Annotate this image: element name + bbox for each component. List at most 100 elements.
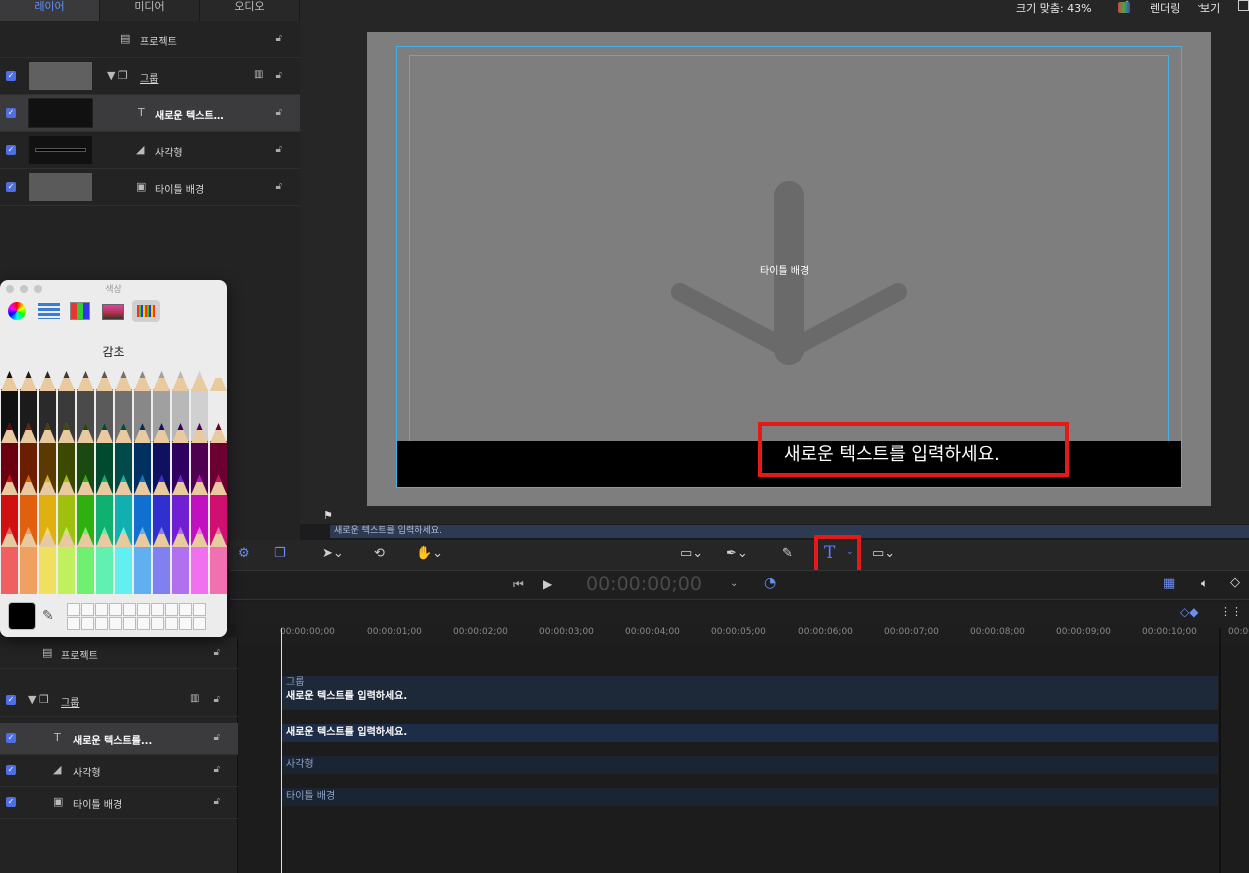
timeline-row-project[interactable]: ▤ 프로젝트 🔓︎ bbox=[0, 637, 238, 669]
tab-layers[interactable]: 레이어 bbox=[0, 0, 100, 21]
rectangle-tool-icon[interactable]: ▭⌄ bbox=[680, 546, 703, 561]
colors-panel-title: 색상 bbox=[105, 285, 122, 295]
timeline-layer-name: 사각형 bbox=[73, 768, 101, 779]
ruler-tick: 00:00:09;00 bbox=[1056, 627, 1111, 637]
lock-icon[interactable]: 🔓︎ bbox=[214, 647, 220, 658]
mini-timeline[interactable]: ⚑ bbox=[300, 509, 1249, 524]
eyedropper-icon[interactable]: ✎ bbox=[42, 608, 54, 624]
group-options-icon[interactable]: ▥ bbox=[190, 693, 199, 704]
layer-row-title-background[interactable]: ✓ ▣ 타이틀 배경 🔓︎ bbox=[0, 169, 300, 206]
ruler-tick: 00:00:01;00 bbox=[367, 627, 422, 637]
zoom-menu[interactable]: 크기 맞춤: 43% bbox=[1016, 0, 1092, 16]
group-options-icon[interactable]: ▥ bbox=[254, 69, 263, 80]
canvas-text-object[interactable]: 새로운 텍스트를 입력하세요. bbox=[758, 422, 1069, 477]
color-wheel-icon[interactable] bbox=[8, 302, 26, 320]
timeline-ruler[interactable]: 00:00:00;00 00:00:01;00 00:00:02;00 00:0… bbox=[238, 624, 1249, 644]
transform-tool-icon[interactable]: ⟲ bbox=[374, 546, 385, 561]
layer-row-rectangle[interactable]: ✓ ◢ 사각형 🔓︎ bbox=[0, 132, 300, 169]
track-label: 사각형 bbox=[286, 759, 314, 770]
render-menu[interactable]: 렌더링 bbox=[1150, 0, 1180, 16]
layer-checkbox[interactable]: ✓ bbox=[6, 145, 16, 155]
keyframe-editor-icon[interactable]: ◇◆ bbox=[1180, 605, 1198, 619]
image-palettes-icon[interactable] bbox=[102, 304, 124, 320]
gear-icon[interactable]: ⚙ bbox=[238, 546, 250, 561]
timeline-row-rectangle[interactable]: ✓ ◢ 사각형 🔓︎ bbox=[0, 755, 238, 787]
ruler-tick: 00:00:00;00 bbox=[280, 627, 335, 637]
group-icon: ❐ bbox=[39, 693, 49, 706]
timeline-playhead[interactable] bbox=[281, 628, 282, 873]
saved-swatches[interactable] bbox=[67, 603, 207, 634]
disclosure-triangle-icon[interactable]: ▼ bbox=[28, 693, 36, 706]
lock-icon[interactable]: 🔓︎ bbox=[214, 694, 220, 705]
select-tool-icon[interactable]: ➤⌄ bbox=[322, 546, 344, 561]
layers-stack-icon[interactable]: ❐ bbox=[274, 546, 286, 561]
lock-icon[interactable]: 🔓︎ bbox=[214, 796, 220, 807]
lock-icon[interactable]: 🔓︎ bbox=[276, 33, 282, 44]
layer-row-group[interactable]: ✓ ▼ ❐ 그룹 ▥ 🔓︎ bbox=[0, 58, 300, 95]
layer-checkbox[interactable]: ✓ bbox=[6, 733, 16, 743]
colors-panel: 색상 감초 ✎ bbox=[0, 280, 227, 637]
canvas-text[interactable]: 새로운 텍스트를 입력하세요. bbox=[784, 440, 1000, 466]
film-strip-icon[interactable]: ▦ bbox=[1163, 576, 1175, 591]
layout-icon[interactable] bbox=[1238, 0, 1249, 11]
text-tool-button[interactable]: T ⌄ bbox=[814, 535, 861, 575]
pan-hand-icon[interactable]: ✋⌄ bbox=[416, 546, 443, 561]
snapping-icon[interactable]: ⋮⋮ bbox=[1220, 605, 1242, 618]
view-menu[interactable]: 보기 bbox=[1200, 0, 1220, 16]
color-palettes-icon[interactable] bbox=[70, 302, 90, 320]
lock-icon[interactable]: 🔓︎ bbox=[214, 732, 220, 743]
lock-icon[interactable]: 🔓︎ bbox=[214, 764, 220, 775]
tab-audio[interactable]: 오디오 bbox=[200, 0, 300, 21]
paint-stroke-icon[interactable]: ✎ bbox=[782, 546, 793, 561]
lock-icon[interactable]: 🔓︎ bbox=[276, 107, 282, 118]
pencils-icon bbox=[137, 305, 155, 317]
layer-checkbox[interactable]: ✓ bbox=[6, 71, 16, 81]
pencils-tab[interactable] bbox=[132, 300, 160, 322]
layer-row-text[interactable]: ✓ T 새로운 텍스트… 🔓︎ bbox=[0, 95, 300, 132]
play-icon[interactable]: ▶ bbox=[543, 577, 552, 591]
layer-checkbox[interactable]: ✓ bbox=[6, 765, 16, 775]
track-label: 새로운 텍스트를 입력하세요. bbox=[286, 691, 408, 702]
track-title-background[interactable]: 타이틀 배경 bbox=[282, 788, 1218, 806]
timeline-layer-name: 타이틀 배경 bbox=[73, 800, 123, 811]
layer-checkbox[interactable]: ✓ bbox=[6, 695, 16, 705]
timeline-marker-bar: ◇◆ ⋮⋮ bbox=[230, 602, 1249, 624]
layer-checkbox[interactable]: ✓ bbox=[6, 108, 16, 118]
track-text[interactable]: 새로운 텍스트를 입력하세요. bbox=[282, 724, 1218, 742]
tab-media[interactable]: 미디어 bbox=[100, 0, 200, 21]
lock-icon[interactable]: 🔓︎ bbox=[276, 70, 282, 81]
ruler-tick: 00:00:03;00 bbox=[539, 627, 594, 637]
track-group[interactable]: 그룹 새로운 텍스트를 입력하세요. bbox=[282, 676, 1218, 710]
current-color-swatch[interactable] bbox=[8, 602, 36, 630]
track-label: 그룹 bbox=[286, 677, 305, 688]
timeline-row-group[interactable]: ✓ ▼ ❐ 그룹 ▥ 🔓︎ bbox=[0, 685, 238, 717]
pencil-grid[interactable] bbox=[0, 363, 227, 594]
timecode-display[interactable]: 00:00:00;00 bbox=[586, 573, 702, 595]
layer-checkbox[interactable]: ✓ bbox=[6, 797, 16, 807]
layer-checkbox[interactable]: ✓ bbox=[6, 182, 16, 192]
lock-icon[interactable]: 🔓︎ bbox=[276, 144, 282, 155]
text-icon: T bbox=[138, 106, 145, 119]
mask-tool-icon[interactable]: ▭⌄ bbox=[872, 546, 895, 561]
track-label: 타이틀 배경 bbox=[286, 791, 336, 802]
keyframe-navigation-icon[interactable]: ◇ bbox=[1230, 575, 1240, 590]
bezier-pen-icon[interactable]: ✒⌄ bbox=[726, 546, 748, 561]
ruler-tick: 00:00:10;00 bbox=[1142, 627, 1197, 637]
timeline-row-title-background[interactable]: ✓ ▣ 타이틀 배경 🔓︎ bbox=[0, 787, 238, 819]
speaker-icon[interactable]: 🔈︎ bbox=[1201, 576, 1208, 591]
track-rectangle[interactable]: 사각형 bbox=[282, 756, 1218, 774]
layer-row-project[interactable]: ▤ 프로젝트 🔓︎ bbox=[0, 21, 300, 58]
go-to-start-icon[interactable]: ⏮ bbox=[513, 577, 524, 592]
color-sliders-icon[interactable] bbox=[38, 303, 60, 319]
lock-icon[interactable]: 🔓︎ bbox=[276, 181, 282, 192]
playhead-marker-icon[interactable]: ⚑ bbox=[323, 509, 333, 522]
timeline-out-point[interactable] bbox=[1219, 628, 1221, 873]
group-icon: ❐ bbox=[118, 69, 128, 82]
disclosure-triangle-icon[interactable]: ▼ bbox=[107, 69, 115, 82]
timing-clock-icon[interactable]: ◔ bbox=[764, 575, 776, 591]
mini-timeline-clip[interactable]: 새로운 텍스트를 입력하세요. bbox=[330, 525, 1249, 538]
layer-name: 새로운 텍스트… bbox=[155, 111, 224, 122]
color-channel-icon[interactable] bbox=[1118, 2, 1130, 13]
timecode-menu-chevron-icon[interactable]: ⌄ bbox=[730, 578, 738, 589]
timeline-row-text[interactable]: ✓ T 새로운 텍스트를... 🔓︎ bbox=[0, 723, 238, 755]
